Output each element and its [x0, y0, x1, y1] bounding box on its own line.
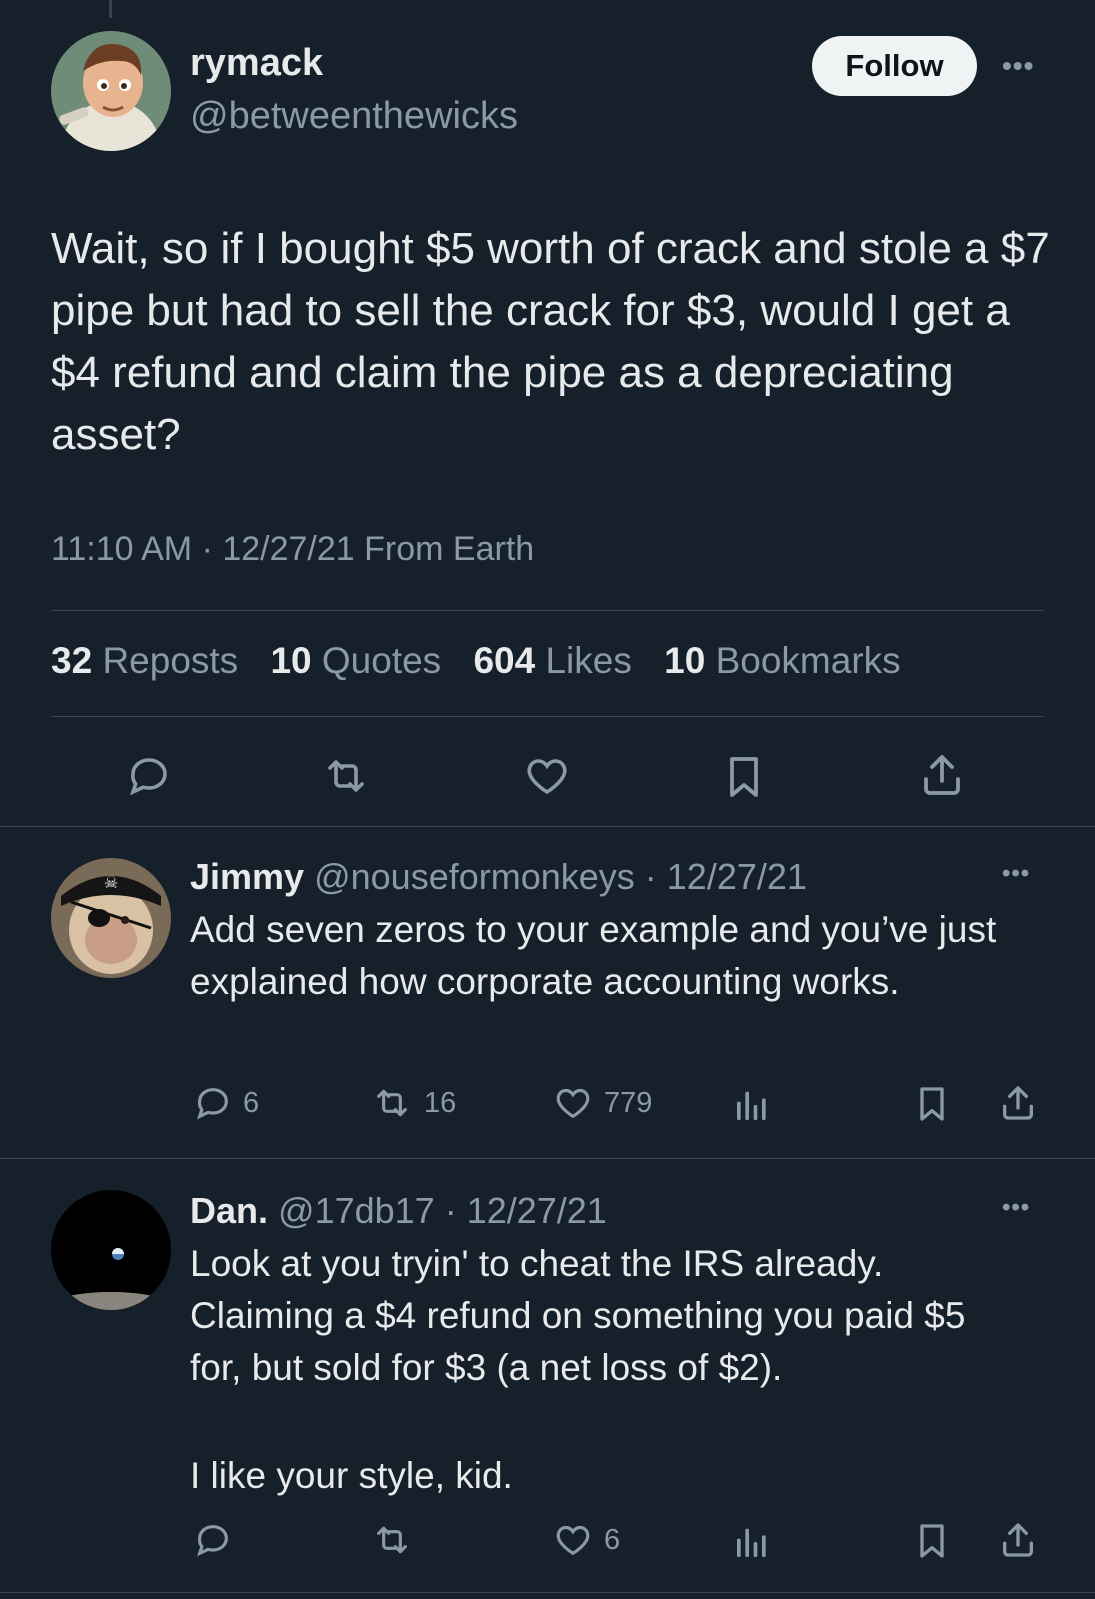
like-icon [527, 759, 567, 795]
repost-icon [377, 1089, 407, 1117]
reply-button[interactable] [124, 752, 174, 800]
reposts-count: 32 [51, 640, 93, 681]
bookmark-button[interactable] [720, 752, 768, 802]
author-avatar[interactable] [51, 31, 171, 151]
tweet-text: Wait, so if I bought $5 worth of crack a… [51, 224, 1050, 459]
bookmarks-label: Bookmarks [715, 640, 901, 681]
reply-author-handle[interactable]: @nouseformonkeys · 12/27/21 [314, 856, 807, 897]
like-icon [556, 1525, 590, 1556]
tweet-timestamp[interactable]: 11:10 AM · 12/27/21 From Earth [51, 530, 534, 569]
repost-icon [328, 760, 364, 792]
reply-reply-button[interactable]: 6 [193, 1083, 259, 1123]
reply-reply-button[interactable] [193, 1520, 233, 1560]
views-icon [737, 1091, 766, 1120]
reply-text: Look at you tryin' to cheat the IRS alre… [190, 1243, 966, 1388]
reply-icon [197, 1088, 228, 1120]
bookmarks-count: 10 [664, 640, 706, 681]
author-handle[interactable]: @betweenthewicks [190, 95, 518, 138]
like-count: 6 [604, 1523, 621, 1556]
reply-count: 6 [243, 1086, 260, 1119]
quotes-stat[interactable]: 10 Quotes [270, 640, 441, 682]
reply-repost-button[interactable] [370, 1520, 414, 1560]
share-icon [1003, 1523, 1033, 1557]
share-icon [1003, 1086, 1033, 1120]
reply-avatar[interactable]: ☠ [51, 858, 171, 978]
divider-top [51, 610, 1044, 611]
author-name[interactable]: rymack [190, 42, 323, 85]
reply-bookmark-button[interactable] [912, 1520, 952, 1562]
engagement-stats: 32 Reposts 10 Quotes 604 Likes 10 Bookma… [51, 640, 923, 682]
bookmark-icon [730, 757, 758, 797]
views-icon [737, 1528, 766, 1557]
thread-connector-line [109, 0, 112, 18]
reply-views-button[interactable] [732, 1522, 772, 1562]
more-options-icon[interactable]: ••• [1002, 50, 1034, 82]
reply-icon [197, 1525, 228, 1557]
reply-text: Add seven zeros to your example and you’… [190, 909, 997, 1002]
share-button[interactable] [918, 750, 966, 800]
reply-share-button[interactable] [998, 1082, 1038, 1124]
quotes-label: Quotes [321, 640, 442, 681]
bookmark-icon [920, 1087, 944, 1121]
like-button[interactable] [522, 752, 572, 800]
like-count: 779 [604, 1086, 653, 1119]
reply-more-options-icon[interactable]: ••• [1002, 860, 1030, 888]
reply-share-button[interactable] [998, 1519, 1038, 1561]
reply-like-button[interactable]: 779 [552, 1083, 652, 1123]
repost-button[interactable] [320, 752, 372, 800]
reply-bookmark-button[interactable] [912, 1083, 952, 1125]
likes-label: Likes [545, 640, 632, 681]
likes-stat[interactable]: 604 Likes [473, 640, 631, 682]
divider-replies [0, 826, 1095, 827]
reposts-stat[interactable]: 32 Reposts [51, 640, 238, 682]
reply-repost-button[interactable]: 16 [370, 1083, 456, 1123]
reply-author-handle[interactable]: @17db17 · 12/27/21 [278, 1190, 607, 1231]
divider-bottom [0, 1592, 1095, 1593]
like-icon [556, 1088, 590, 1119]
divider-stats [51, 716, 1044, 717]
reply-views-button[interactable] [732, 1085, 772, 1125]
reply-author-name[interactable]: Jimmy [190, 856, 304, 897]
reposts-label: Reposts [102, 640, 239, 681]
reply-icon [130, 758, 167, 796]
share-icon [924, 755, 960, 795]
follow-button[interactable]: Follow [812, 36, 977, 96]
reply-more-options-icon[interactable]: ••• [1002, 1194, 1030, 1222]
reply-header: Dan. @17db17 · 12/27/21 [190, 1190, 607, 1232]
reply-header: Jimmy @nouseformonkeys · 12/27/21 [190, 856, 807, 898]
divider-reply-1 [0, 1158, 1095, 1159]
reply-like-button[interactable]: 6 [552, 1520, 620, 1560]
reply-text-signoff: I like your style, kid. [190, 1455, 513, 1496]
reply-author-name[interactable]: Dan. [190, 1190, 268, 1231]
bookmarks-stat[interactable]: 10 Bookmarks [664, 640, 901, 682]
quotes-count: 10 [270, 640, 312, 681]
reply-avatar[interactable] [51, 1190, 171, 1310]
bookmark-icon [920, 1524, 944, 1558]
likes-count: 604 [473, 640, 536, 681]
svg-text:☠: ☠ [104, 873, 118, 892]
repost-icon [377, 1526, 407, 1554]
repost-count: 16 [424, 1086, 457, 1119]
